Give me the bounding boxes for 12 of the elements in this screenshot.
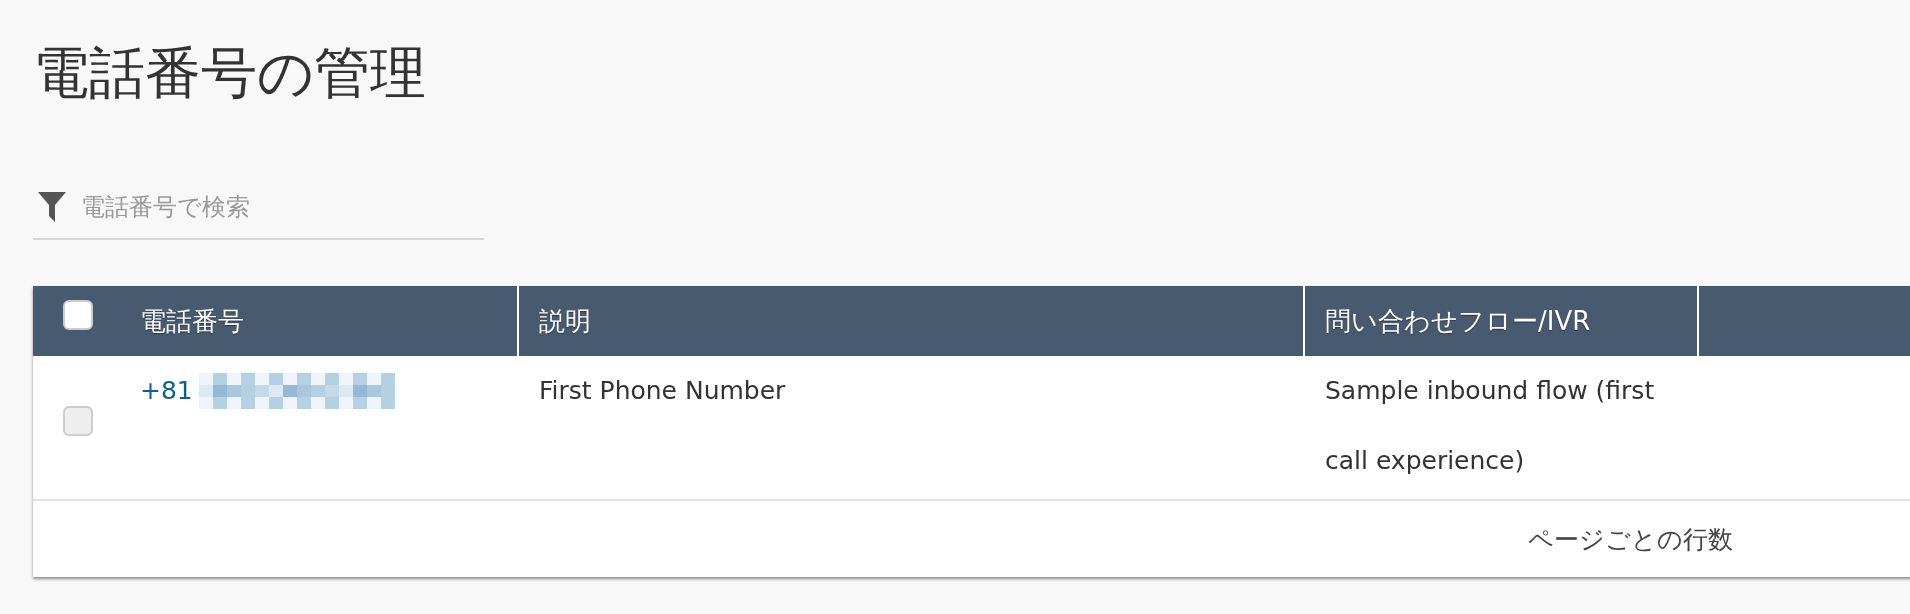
checkbox[interactable] (63, 406, 93, 436)
column-header[interactable]: 問い合わせフロー/IVR (1305, 286, 1699, 356)
page-title: 電話番号の管理 (33, 39, 427, 107)
checkbox[interactable] (63, 300, 93, 330)
column-header[interactable]: 説明 (519, 286, 1305, 356)
table-cell: Sample inbound flow (first call experience) (1325, 376, 1655, 475)
phone-link[interactable]: +81 (140, 356, 193, 426)
column-header[interactable]: 電話番号 (120, 286, 519, 356)
filter-icon (37, 191, 67, 223)
search-field[interactable]: 電話番号で検索 (79, 192, 484, 222)
rows-per-page-label: ページごとの行数 (1528, 523, 1733, 556)
table-cell: First Phone Number (539, 376, 786, 405)
